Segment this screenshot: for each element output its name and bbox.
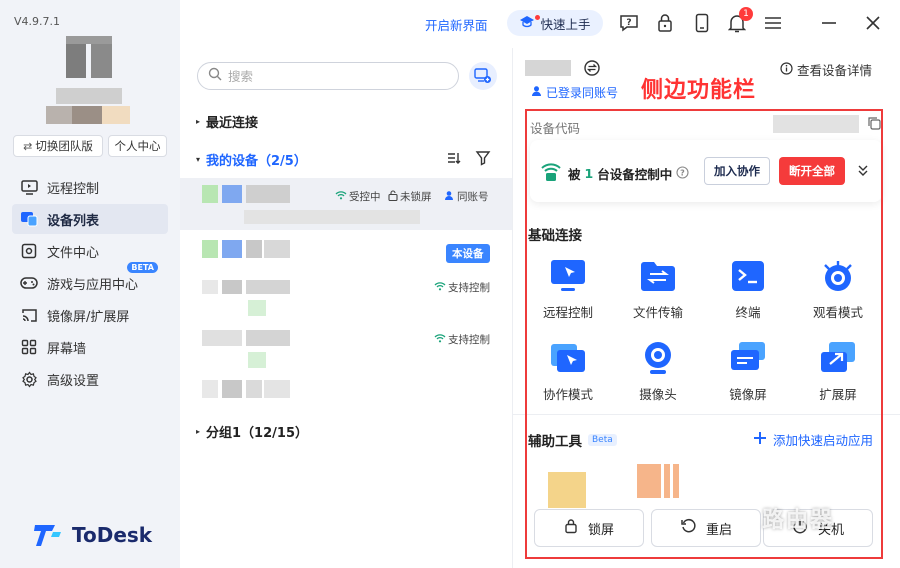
- device-name-blurred: [525, 60, 571, 76]
- group1-header[interactable]: ▸ 分组1（12/15）: [196, 422, 308, 441]
- watermark: 路由器: [762, 508, 835, 533]
- sidebar-item-label: 远程控制: [47, 181, 100, 197]
- sidebar-item-label: 文件中心: [47, 245, 100, 261]
- minimize-icon[interactable]: [818, 12, 840, 34]
- beta-badge: BETA: [127, 262, 158, 273]
- personal-center-label: 个人中心: [114, 139, 161, 153]
- user-icon: [531, 85, 543, 100]
- status-same-account: 同账号: [444, 189, 489, 204]
- personal-center-button[interactable]: 个人中心: [108, 135, 167, 157]
- same-account-status: 已登录同账号: [531, 84, 618, 101]
- device-list-panel: ▸ 最近连接 ▾ 我的设备（2/5） 受控中 未锁屏 同账号: [180, 48, 513, 568]
- swap-icon: ⇄: [23, 139, 33, 153]
- annotation-label: 侧边功能栏: [641, 78, 757, 103]
- my-devices-label: 我的设备（2/5）: [206, 154, 307, 169]
- status-controlled: 受控中: [335, 189, 381, 204]
- status-unlocked: 未锁屏: [388, 189, 432, 204]
- sidebar-item-remote-control[interactable]: 远程控制: [12, 172, 168, 202]
- group1-label: 分组1（12/15）: [206, 426, 308, 441]
- graduation-icon: [519, 15, 535, 32]
- avatar[interactable]: [66, 36, 112, 78]
- quick-start-button[interactable]: 快速上手: [507, 10, 603, 36]
- sort-icon[interactable]: [446, 150, 462, 166]
- new-ui-link[interactable]: 开启新界面: [425, 15, 488, 34]
- annotation-highlight-box: [525, 109, 883, 559]
- file-center-icon: [20, 242, 38, 260]
- add-device-button[interactable]: [469, 62, 497, 90]
- search-icon: [208, 67, 222, 85]
- switch-icon[interactable]: [583, 59, 601, 81]
- svg-text:?: ?: [626, 18, 631, 28]
- quick-start-label: 快速上手: [540, 16, 591, 32]
- sidebar-item-mirror-extend[interactable]: 镜像屏/扩展屏: [12, 300, 168, 330]
- view-device-details-link[interactable]: 查看设备详情: [780, 60, 872, 79]
- gear-icon: [20, 370, 38, 388]
- top-bar: 开启新界面 快速上手 ? 1: [180, 0, 900, 48]
- todesk-logo: ToDesk: [34, 522, 152, 548]
- sidebar-item-screen-wall[interactable]: 屏幕墙: [12, 332, 168, 362]
- version-label: V4.9.7.1: [14, 15, 61, 28]
- device-detail-panel: 查看设备详情 已登录同账号 侧边功能栏 设备代码 被 1 台设备控制中 ? 加入…: [513, 48, 900, 568]
- brand-name: ToDesk: [72, 523, 153, 547]
- grid-icon: [20, 338, 38, 356]
- remote-icon: [20, 178, 38, 196]
- bell-icon[interactable]: 1: [726, 7, 753, 34]
- unlock-icon: [388, 189, 398, 204]
- wifi-icon: [434, 333, 446, 346]
- search-input[interactable]: [228, 68, 428, 84]
- wifi-icon: [335, 190, 347, 203]
- close-icon[interactable]: [862, 12, 884, 34]
- switch-team-label: 切换团队版: [35, 139, 93, 153]
- collapse-triangle-icon: ▸: [196, 117, 201, 126]
- device-row[interactable]: 支持控制: [180, 326, 512, 378]
- sidebar-nav: 远程控制 设备列表 文件中心 游戏与应用中心 BETA 镜像屏/扩展屏 屏幕墙 …: [12, 172, 168, 396]
- mobile-icon[interactable]: [691, 12, 713, 34]
- username-blurred: [56, 88, 122, 104]
- wifi-icon: [434, 281, 446, 294]
- sidebar-item-advanced-settings[interactable]: 高级设置: [12, 364, 168, 394]
- recent-connections-label: 最近连接: [206, 116, 259, 131]
- this-device-badge: 本设备: [446, 244, 490, 263]
- notification-badge: 1: [739, 7, 753, 21]
- status-support-control: 支持控制: [434, 332, 490, 347]
- sidebar-item-game-app-center[interactable]: 游戏与应用中心 BETA: [12, 262, 168, 298]
- sidebar-item-label: 屏幕墙: [47, 341, 87, 357]
- account-blurred: [46, 106, 130, 124]
- menu-icon[interactable]: [762, 12, 784, 34]
- gamepad-icon: [20, 274, 38, 292]
- device-row[interactable]: [180, 376, 512, 428]
- info-icon: [780, 61, 793, 78]
- sidebar-item-label: 设备列表: [47, 213, 100, 229]
- sidebar-item-label: 镜像屏/扩展屏: [47, 309, 130, 325]
- recent-connections-header[interactable]: ▸ 最近连接: [196, 112, 258, 131]
- sidebar-item-device-list[interactable]: 设备列表: [12, 204, 168, 234]
- sidebar-item-label: 高级设置: [47, 373, 100, 389]
- search-box[interactable]: [197, 62, 459, 90]
- filter-icon[interactable]: [475, 150, 491, 166]
- my-devices-header[interactable]: ▾ 我的设备（2/5）: [196, 150, 307, 169]
- device-row[interactable]: 受控中 未锁屏 同账号: [180, 178, 512, 230]
- lock-icon[interactable]: [654, 12, 676, 34]
- status-support-control: 支持控制: [434, 280, 490, 295]
- new-dot: [535, 15, 540, 20]
- add-device-icon: [474, 68, 491, 83]
- cast-icon: [20, 306, 38, 324]
- device-row[interactable]: 支持控制: [180, 274, 512, 326]
- device-list-icon: [20, 210, 38, 228]
- sidebar-item-label: 游戏与应用中心: [47, 277, 139, 293]
- expand-triangle-icon: ▾: [196, 155, 201, 164]
- user-icon: [444, 190, 455, 204]
- sidebar: V4.9.7.1 ⇄ 切换团队版 个人中心 远程控制 设备列表 文件中心 游戏与…: [0, 0, 180, 568]
- collapse-triangle-icon: ▸: [196, 427, 201, 436]
- switch-team-button[interactable]: ⇄ 切换团队版: [13, 135, 103, 157]
- help-icon[interactable]: ?: [618, 12, 640, 34]
